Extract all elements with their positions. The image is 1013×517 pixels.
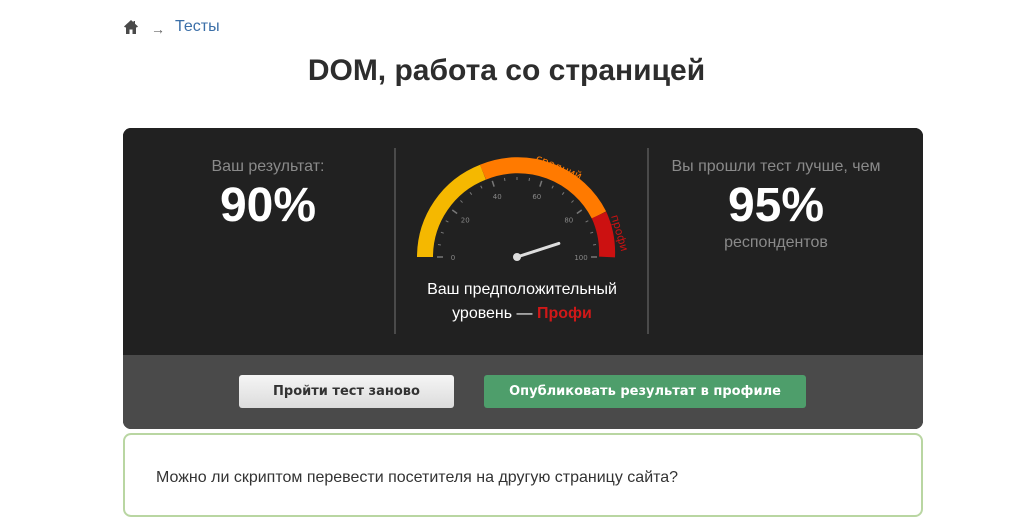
gauge-tick-label: 20 [461, 216, 470, 224]
better-than-value: 95% [651, 178, 901, 234]
better-than-block: Вы прошли тест лучше, чем 95% респондент… [651, 158, 901, 252]
level-name: Профи [537, 305, 592, 322]
gauge-tick-label: 0 [451, 254, 455, 262]
gauge-tick [552, 186, 553, 189]
better-than-label: Вы прошли тест лучше, чем [651, 158, 901, 176]
gauge-needle-hub [513, 253, 521, 261]
question-text: Можно ли скриптом перевести посетителя н… [156, 469, 678, 487]
gauge-needle [517, 243, 559, 257]
estimated-level: Ваш предположительный уровень — Профи [395, 278, 649, 326]
divider-right [647, 148, 649, 334]
result-summary: Ваш результат: 90% 020406080100 новичок … [123, 128, 923, 355]
result-actions: Пройти тест заново Опубликовать результа… [123, 355, 923, 429]
page-title: DOM, работа со страницей [0, 54, 1013, 88]
publish-result-button[interactable]: Опубликовать результат в профиле [484, 375, 806, 408]
your-result-value: 90% [123, 178, 413, 234]
gauge-tick [446, 221, 449, 222]
retry-test-button[interactable]: Пройти тест заново [239, 375, 454, 408]
gauge-tick [577, 210, 582, 214]
home-icon[interactable] [123, 19, 139, 35]
gauge-tick-labels: 0 20 40 60 80 100 [451, 193, 588, 262]
gauge-tick [460, 200, 462, 202]
respondents-label: респондентов [651, 234, 901, 252]
gauge-tick-label: 40 [493, 193, 502, 201]
breadcrumb-link-tests[interactable]: Тесты [175, 18, 220, 36]
question-card: Можно ли скриптом перевести посетителя н… [123, 433, 923, 517]
gauge-tick [590, 232, 593, 233]
your-result-label: Ваш результат: [123, 158, 413, 176]
gauge-tick [452, 210, 457, 214]
gauge-tick [562, 192, 564, 194]
gauge-tick [481, 186, 482, 189]
your-result-block: Ваш результат: 90% [123, 158, 413, 234]
gauge-tick [470, 192, 472, 194]
gauge-arc-pro [599, 215, 607, 257]
gauge-tick [441, 232, 444, 233]
gauge-tick [571, 200, 573, 202]
level-gauge: 020406080100 новичок средний профи [413, 148, 633, 278]
gauge-label-beginner: новичок [427, 180, 463, 227]
gauge-tick [492, 181, 494, 187]
gauge-tick [586, 221, 589, 222]
breadcrumb: → Тесты [123, 18, 220, 36]
gauge-tick-label: 60 [532, 193, 541, 201]
gauge-tick [540, 181, 542, 187]
result-card: Ваш результат: 90% 020406080100 новичок … [123, 128, 923, 429]
gauge-tick-label: 80 [564, 216, 573, 224]
gauge-tick-label: 100 [574, 254, 587, 262]
breadcrumb-arrow: → [151, 21, 165, 37]
